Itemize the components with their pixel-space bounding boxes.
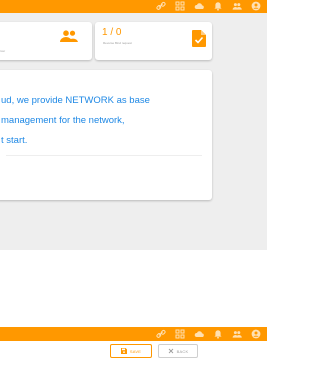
info-message: ud, we provide NETWORK as base managemen… bbox=[1, 91, 207, 151]
bell-icon[interactable] bbox=[213, 329, 223, 339]
stat-card-reverse-bind[interactable]: 1 / 0 Reverse Bind request bbox=[95, 22, 212, 60]
save-label: SAVE bbox=[129, 348, 142, 354]
top-bar-icons bbox=[156, 1, 261, 11]
people-icon bbox=[60, 30, 78, 42]
info-card: ud, we provide NETWORK as base managemen… bbox=[0, 70, 212, 200]
top-bar-icons bbox=[156, 329, 261, 339]
info-line: management for the network, bbox=[1, 115, 125, 126]
back-button[interactable]: BACK bbox=[158, 344, 198, 358]
info-line: t start. bbox=[1, 135, 28, 146]
users-icon[interactable] bbox=[232, 1, 242, 11]
apps-grid-icon[interactable] bbox=[175, 1, 185, 11]
cloud-icon[interactable] bbox=[194, 329, 204, 339]
top-app-bar bbox=[0, 327, 267, 341]
close-icon bbox=[168, 348, 173, 354]
bell-icon[interactable] bbox=[213, 1, 223, 11]
link-icon[interactable] bbox=[156, 329, 166, 339]
divider bbox=[6, 155, 202, 156]
cloud-icon[interactable] bbox=[194, 1, 204, 11]
account-circle-icon[interactable] bbox=[251, 1, 261, 11]
stat-value: 1 / 0 bbox=[102, 27, 122, 38]
stat-card-services[interactable]: rcer bbox=[0, 22, 92, 60]
back-label: BACK bbox=[176, 348, 189, 354]
top-app-bar bbox=[0, 0, 267, 13]
stat-caption: rcer bbox=[0, 49, 6, 53]
save-button[interactable]: SAVE bbox=[110, 344, 152, 358]
apps-grid-icon[interactable] bbox=[175, 329, 185, 339]
stat-caption: Reverse Bind request bbox=[103, 41, 132, 45]
account-circle-icon[interactable] bbox=[251, 329, 261, 339]
info-line: ud, we provide NETWORK as base bbox=[1, 95, 150, 106]
save-icon bbox=[120, 348, 127, 354]
link-icon[interactable] bbox=[156, 1, 166, 11]
document-icon bbox=[192, 30, 206, 47]
users-icon[interactable] bbox=[232, 329, 242, 339]
